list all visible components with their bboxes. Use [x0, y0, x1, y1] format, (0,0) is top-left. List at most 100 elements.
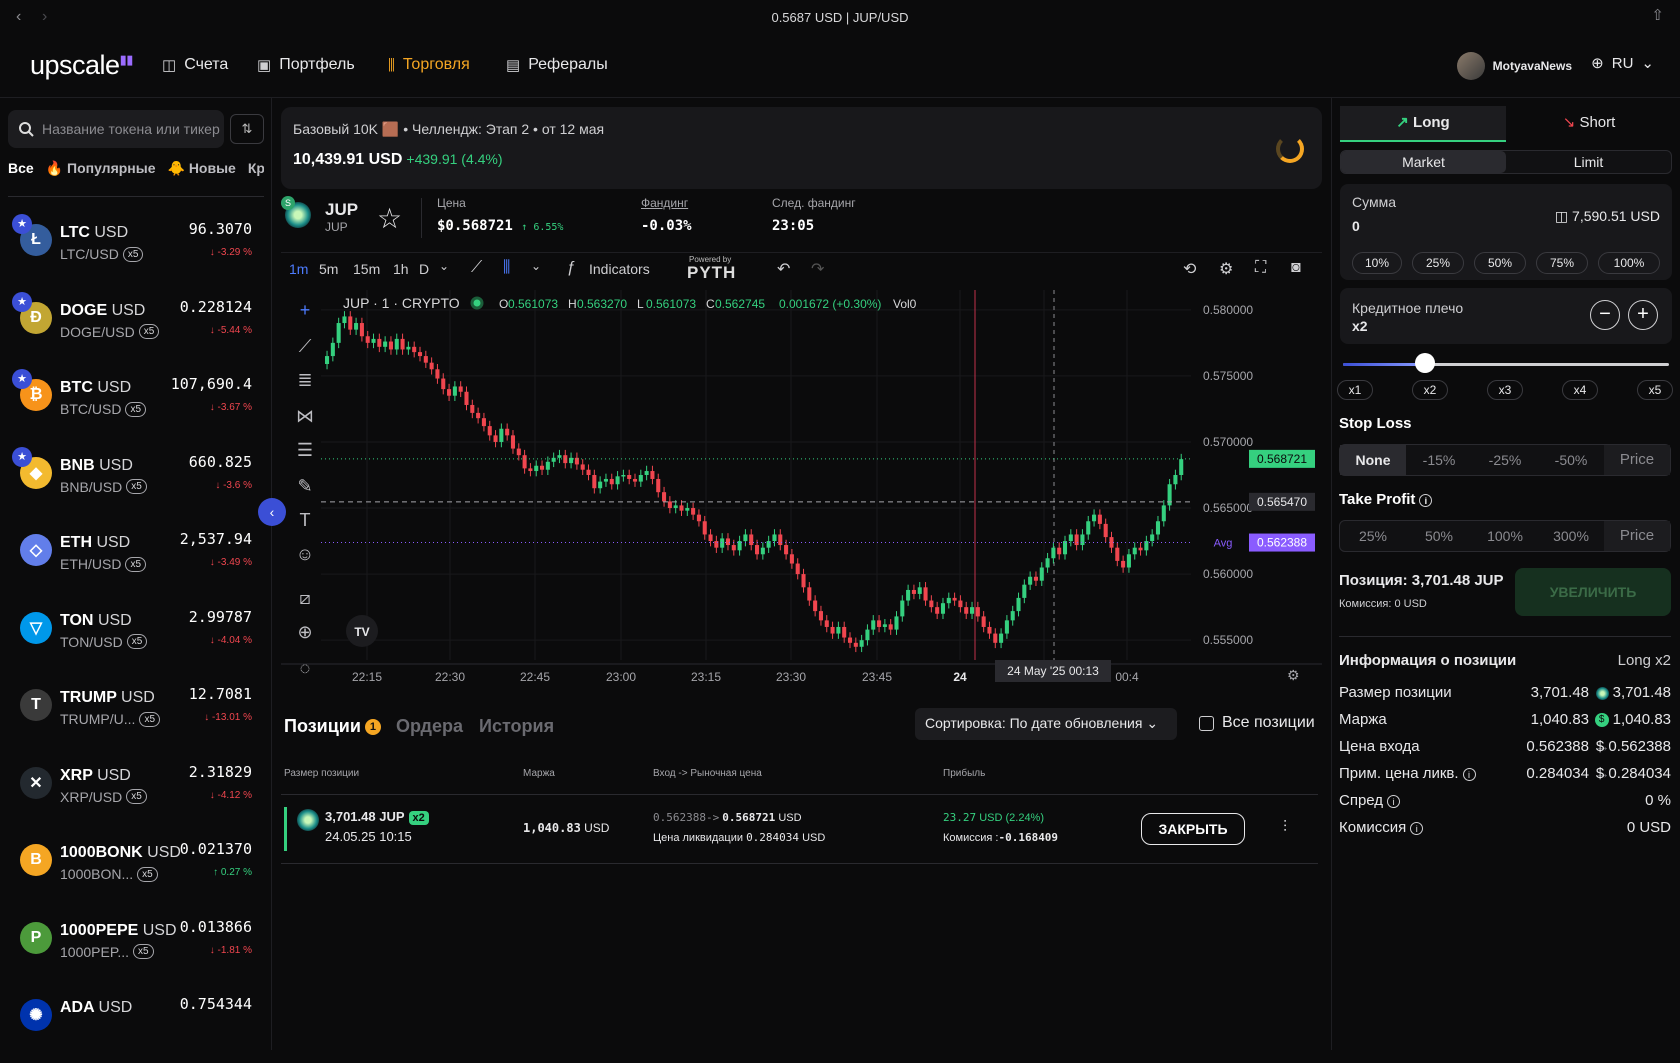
info-value-after-text: $ 0.562388 — [1595, 738, 1671, 755]
nav-trade[interactable]: ⫼ Торговля — [388, 56, 470, 74]
info-icon[interactable]: i — [1410, 821, 1424, 835]
order-type-limit[interactable]: Limit — [1506, 151, 1671, 173]
pct-25-button[interactable]: 25% — [1412, 252, 1464, 274]
tp-300[interactable]: 300% — [1538, 521, 1604, 551]
coin-list-item[interactable]: Ð ★ DOGE USD DOGE/USD x5 0.228124 ↓ -5.44 % — [0, 288, 272, 366]
favorite-star-icon[interactable]: ☆ — [377, 202, 402, 235]
indicators-button[interactable]: Indicators — [589, 261, 650, 277]
coin-pair-label: DOGE/USD — [60, 323, 135, 340]
close-position-button[interactable]: ЗАКРЫТЬ — [1141, 813, 1245, 845]
all-positions-toggle[interactable]: Все позиции — [1199, 714, 1315, 732]
slider-handle[interactable] — [1414, 353, 1435, 373]
coin-list-item[interactable]: ◇ ETH USD ETH/USD x5 2,537.94 ↓ -3.49 % — [0, 520, 272, 598]
fullscreen-icon[interactable]: ⛶ — [1255, 259, 1266, 277]
position-info-side: Long x2 — [1617, 652, 1671, 669]
leverage-slider[interactable] — [1343, 353, 1669, 373]
tp-price-input[interactable]: Price — [1604, 521, 1670, 551]
nav-portfolio[interactable]: ▣ Портфель — [257, 56, 355, 74]
tab-short[interactable]: ↘ Short — [1506, 106, 1672, 142]
coin-list-item[interactable]: Ł ★ LTC USD LTC/USD x5 96.3070 ↓ -3.29 % — [0, 210, 272, 288]
pct-75-button[interactable]: 75% — [1536, 252, 1588, 274]
amount-input[interactable]: 0 — [1352, 218, 1360, 234]
line-chart-icon[interactable]: ⟋ — [471, 259, 482, 277]
sl-50[interactable]: -50% — [1538, 445, 1604, 475]
tp-25[interactable]: 25% — [1340, 521, 1406, 551]
leverage-mark-x5[interactable]: x5 — [1637, 380, 1673, 400]
favorite-star-icon[interactable]: ★ — [12, 369, 32, 389]
coin-list-item[interactable]: ✺ ADA USD 0.754344 — [0, 985, 272, 1063]
filter-tab[interactable]: 🐥 Новые — [168, 160, 236, 177]
coin-list-item[interactable]: P 1000PEPE USD 1000PEP... x5 0.013866 ↓ -1.81… — [0, 908, 272, 986]
favorite-star-icon[interactable]: ★ — [12, 214, 32, 234]
candles-icon[interactable]: ⫼ — [503, 259, 510, 277]
timeframe-1m[interactable]: 1m — [289, 261, 308, 277]
candle-body — [458, 386, 463, 392]
sl-price-input[interactable]: Price — [1604, 445, 1670, 475]
tab-long[interactable]: ↗ Long — [1340, 106, 1506, 142]
gear-icon[interactable]: ⚙ — [1219, 259, 1233, 279]
candle-body — [1045, 558, 1050, 568]
nav-referrals[interactable]: ▤ Рефералы — [506, 56, 608, 74]
sl-25[interactable]: -25% — [1472, 445, 1538, 475]
leverage-plus-button[interactable]: + — [1628, 300, 1658, 330]
position-info-title: Информация о позиции — [1339, 652, 1517, 669]
info-icon[interactable]: i — [1387, 794, 1401, 808]
funding-label[interactable]: Фандинг — [641, 196, 692, 210]
timeframe-d[interactable]: D — [419, 261, 429, 277]
tp-100[interactable]: 100% — [1472, 521, 1538, 551]
user-menu[interactable]: MotyavaNews — [1456, 52, 1572, 80]
coin-list-item[interactable]: ✕ XRP USD XRP/USD x5 2.31829 ↓ -4.12 % — [0, 753, 272, 831]
tp-50[interactable]: 50% — [1406, 521, 1472, 551]
order-type-market[interactable]: Market — [1341, 151, 1506, 173]
leverage-mark-x1[interactable]: x1 — [1337, 380, 1373, 400]
coin-list-item[interactable]: ◆ ★ BNB USD BNB/USD x5 660.825 ↓ -3.6 % — [0, 443, 272, 521]
timeframe-5m[interactable]: 5m — [319, 261, 338, 277]
price-chart[interactable]: 0.580000 0.575000 0.570000 0.565000 0.560000… — [281, 288, 1322, 688]
all-positions-checkbox[interactable] — [1199, 715, 1214, 731]
info-key-label: Маржа — [1339, 711, 1387, 728]
pct-50-button[interactable]: 50% — [1474, 252, 1526, 274]
nav-accounts[interactable]: ◫ Счета — [162, 56, 228, 74]
logo[interactable]: upscale▮▮ — [30, 50, 133, 81]
coin-list-item[interactable]: B 1000BONK USD 1000BON... x5 0.021370 ↑ 0.27 … — [0, 830, 272, 908]
coin-list-item[interactable]: ₿ ★ BTC USD BTC/USD x5 107,690.4 ↓ -3.67 % — [0, 365, 272, 443]
redo-icon[interactable]: ↷ — [811, 259, 824, 279]
search-input[interactable] — [42, 121, 222, 137]
leverage-mark-x2[interactable]: x2 — [1412, 380, 1448, 400]
tab-positions[interactable]: Позиции 1 — [284, 716, 381, 737]
leverage-mark-x4[interactable]: x4 — [1562, 380, 1598, 400]
filter-tab[interactable]: 🔥 Популярные — [46, 160, 156, 177]
coin-list-item[interactable]: ▽ TON USD TON/USD x5 2.99787 ↓ -4.04 % — [0, 598, 272, 676]
tab-history[interactable]: История — [479, 716, 554, 737]
leverage-mark-x3[interactable]: x3 — [1487, 380, 1523, 400]
chevron-down-icon[interactable]: ⌄ — [531, 259, 541, 273]
info-icon[interactable]: i — [1462, 767, 1476, 781]
filter-tab[interactable]: Кр — [248, 160, 264, 177]
increase-button[interactable]: УВЕЛИЧИТЬ — [1515, 568, 1671, 616]
filter-tab[interactable]: Все — [8, 160, 34, 177]
timeframe-15m[interactable]: 15m — [353, 261, 380, 277]
camera-icon[interactable]: ◙ — [1291, 259, 1301, 277]
sort-icon[interactable]: ⇅ — [230, 114, 264, 144]
indicators-icon[interactable]: ƒ — [567, 259, 576, 277]
pct-100-button[interactable]: 100% — [1598, 252, 1660, 274]
sl-none[interactable]: None — [1340, 445, 1406, 475]
undo-icon[interactable]: ↶ — [777, 259, 790, 279]
chart-svg[interactable]: 0.580000 0.575000 0.570000 0.565000 0.560000… — [281, 288, 1322, 688]
timeframe-1h[interactable]: 1h — [393, 261, 409, 277]
sort-select[interactable]: Сортировка: По дате обновления ⌄ — [915, 708, 1177, 740]
sl-15[interactable]: -15% — [1406, 445, 1472, 475]
leverage-minus-button[interactable]: − — [1590, 300, 1620, 330]
share-icon[interactable]: ⇧ — [1651, 6, 1664, 24]
favorite-star-icon[interactable]: ★ — [12, 291, 32, 312]
info-icon[interactable]: i — [1419, 493, 1433, 507]
coin-list-item[interactable]: T TRUMP USD TRUMP/U... x5 12.7081 ↓ -13.01 % — [0, 675, 272, 753]
alert-icon[interactable]: ⟲ — [1183, 259, 1196, 279]
language-select[interactable]: ⊕ RU ⌄ — [1591, 54, 1654, 73]
chevron-down-icon[interactable]: ⌄ — [439, 259, 449, 273]
pct-10-button[interactable]: 10% — [1352, 252, 1402, 274]
tab-orders[interactable]: Ордера — [396, 716, 463, 737]
position-info-row: Маржа1,040.83→$1,040.83 — [1339, 711, 1671, 733]
tpsl-settings-icon[interactable]: ⫶ — [1283, 819, 1287, 837]
favorite-star-icon[interactable]: ★ — [12, 446, 32, 467]
